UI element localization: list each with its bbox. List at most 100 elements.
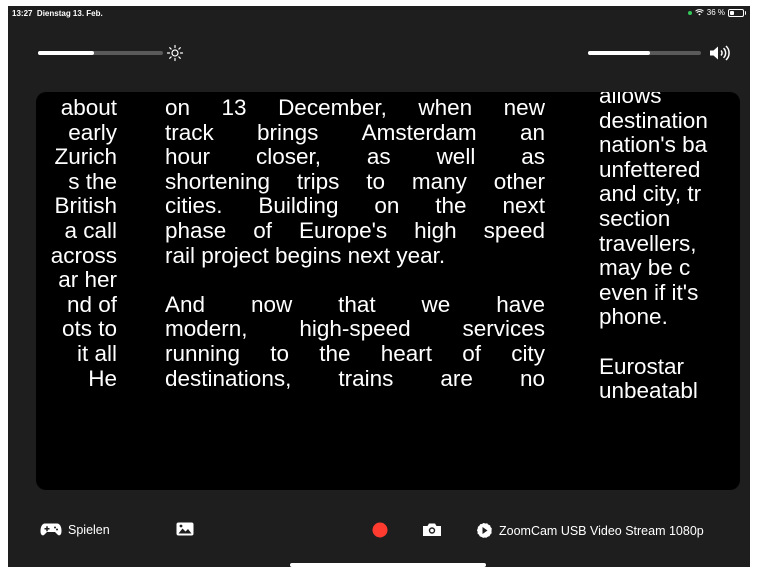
photos-button[interactable] — [176, 522, 194, 536]
text-line: travellers, — [599, 230, 697, 256]
word: no — [519, 365, 545, 391]
word: 13 — [221, 95, 247, 120]
word: Amsterdam — [361, 119, 477, 145]
text-column-right: allows destination nation's ba unfettered an… — [599, 92, 740, 404]
camera-in-use-indicator — [687, 10, 692, 15]
text-line: even if it's — [599, 279, 699, 305]
text-line: ar her — [58, 267, 117, 293]
status-bar: 13:27 Dienstag 13. Feb. 36 % — [8, 6, 750, 20]
camera-source-label: ZoomCam USB Video Stream 1080p — [499, 523, 704, 538]
text-column-middle: on 13 December, when new track brings Amsterdam… — [165, 95, 545, 391]
word: of — [462, 340, 481, 366]
text-line: running to the heart of city — [165, 340, 545, 367]
text-line: may be c — [599, 255, 691, 281]
text-line: allows — [599, 92, 662, 108]
word: city — [511, 340, 545, 366]
battery-icon — [728, 8, 746, 17]
text-line: modern, high-speed services — [165, 317, 545, 342]
games-button[interactable]: Spielen — [40, 522, 110, 537]
word: are — [440, 365, 473, 391]
text-line: across — [50, 242, 117, 268]
word: Building — [258, 193, 339, 219]
volume-slider[interactable] — [588, 51, 701, 55]
brightness-slider[interactable] — [38, 51, 163, 55]
record-button[interactable] — [372, 522, 388, 538]
word: December, — [278, 95, 387, 120]
text-line: s the — [68, 168, 117, 194]
status-date: Dienstag 13. Feb. — [36, 9, 103, 18]
word: trips — [296, 168, 340, 194]
gamecontroller-icon — [40, 523, 62, 536]
app-screen: 13:27 Dienstag 13. Feb. 36 % about early… — [8, 6, 750, 567]
word: that — [338, 291, 376, 317]
text-line: phase of Europe's high speed — [165, 217, 545, 244]
text-line: shortening trips to many other — [165, 168, 545, 195]
camera-viewer[interactable]: about early Zurich s the British a call across… — [36, 92, 740, 490]
camera-switch-icon — [476, 522, 493, 539]
word: running — [165, 340, 241, 366]
word: an — [519, 119, 545, 145]
text-line: and city, tr — [599, 181, 702, 207]
text-column-left: about early Zurich s the British a call across… — [36, 96, 117, 391]
status-time: 13:27 — [12, 9, 33, 18]
word: on — [165, 95, 191, 120]
text-line: unbeatabl — [599, 378, 698, 404]
word: now — [250, 291, 293, 317]
record-icon — [372, 522, 388, 538]
text-line: rail project begins next year. — [165, 242, 446, 268]
text-line: British — [54, 193, 117, 219]
word: the — [435, 193, 467, 219]
camera-icon — [423, 523, 441, 536]
status-right: 36 % — [687, 8, 746, 17]
text-line: section — [599, 205, 671, 231]
word: And — [165, 291, 206, 317]
text-line: destination — [599, 107, 708, 133]
word: to — [366, 168, 386, 194]
word: Europe's — [299, 217, 388, 243]
text-line: phone. — [599, 304, 668, 330]
word: track — [165, 119, 214, 145]
word: have — [496, 291, 545, 317]
text-line: unfettered — [599, 156, 701, 182]
word: services — [462, 316, 545, 342]
wifi-icon — [694, 9, 704, 16]
battery-percent: 36 % — [706, 8, 725, 17]
word: on — [374, 193, 400, 219]
word: new — [503, 95, 545, 120]
text-line: cities. Building on the next — [165, 194, 545, 219]
word: cities. — [165, 193, 223, 219]
word: modern, — [165, 316, 248, 342]
text-line: Eurostar — [599, 353, 685, 379]
word: next — [502, 193, 545, 219]
word: as — [366, 144, 391, 170]
word: heart — [380, 340, 433, 366]
word: to — [270, 340, 290, 366]
text-line: about — [60, 96, 117, 120]
word: trains — [338, 365, 394, 391]
word: closer, — [255, 144, 321, 170]
word: when — [418, 95, 473, 120]
bottom-toolbar: Spielen ZoomCam USB Video Stream 1080p — [8, 514, 750, 548]
text-line: a call — [64, 217, 117, 243]
text-line: track brings Amsterdam an — [165, 119, 545, 146]
word: brings — [257, 119, 319, 145]
camera-source-selector[interactable]: ZoomCam USB Video Stream 1080p — [476, 522, 704, 539]
word: high-speed — [299, 316, 411, 342]
sun-icon — [166, 44, 184, 62]
text-line: early — [68, 119, 117, 145]
games-label: Spielen — [68, 522, 110, 537]
home-indicator[interactable] — [290, 563, 486, 567]
capture-photo-button[interactable] — [422, 522, 442, 537]
text-line: Zurich — [54, 144, 117, 170]
word: of — [253, 217, 273, 243]
text-line: on 13 December, when new — [165, 95, 545, 121]
text-line: ots to — [61, 316, 117, 342]
speaker-icon — [710, 45, 730, 61]
photo-icon — [176, 522, 194, 536]
word: the — [319, 340, 351, 366]
word: we — [421, 291, 451, 317]
text-line: nation's ba — [599, 132, 708, 158]
word: hour — [165, 144, 211, 170]
